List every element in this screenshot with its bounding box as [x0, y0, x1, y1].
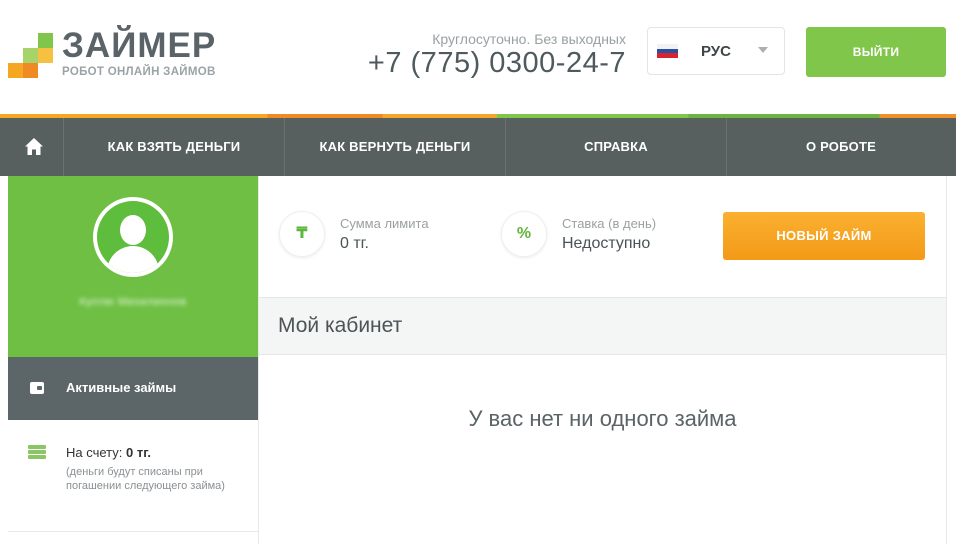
- nav-item-how-to-borrow[interactable]: КАК ВЗЯТЬ ДЕНЬГИ: [64, 118, 285, 176]
- sidebar-item-label: Активные займы: [66, 380, 177, 395]
- balance-note: (деньги будут списаны при погашении след…: [66, 466, 225, 492]
- tenge-icon: ₸: [279, 211, 325, 257]
- brand-subtitle: РОБОТ ОНЛАЙН ЗАЙМОВ: [62, 66, 216, 78]
- balance-label: На счету:: [66, 445, 123, 460]
- rate-label: Ставка (в день): [562, 216, 657, 231]
- main-content: ₸ Сумма лимита 0 тг. % Ставка (в день) Н…: [259, 176, 947, 544]
- page-title: Мой кабинет: [278, 314, 403, 337]
- user-name: Куплю Михилионов: [79, 296, 187, 308]
- language-label: РУС: [701, 43, 731, 60]
- nav-home[interactable]: [0, 118, 64, 176]
- balance-block: На счету: 0 тг. (деньги будут списаны пр…: [8, 420, 258, 532]
- money-stack-icon: [28, 445, 46, 459]
- empty-state-message: У вас нет ни одного займа: [468, 406, 737, 431]
- percent-icon: %: [501, 211, 547, 257]
- balance-line: На счету: 0 тг.: [66, 445, 151, 460]
- phone-number[interactable]: +7 (775) 0300-24-7: [368, 47, 626, 80]
- sidebar-item-active-loans[interactable]: Активные займы: [8, 357, 258, 420]
- nav-item-how-to-repay[interactable]: КАК ВЕРНУТЬ ДЕНЬГИ: [285, 118, 506, 176]
- new-loan-button[interactable]: НОВЫЙ ЗАЙМ: [723, 212, 925, 260]
- balance-value: 0 тг.: [126, 445, 151, 460]
- language-select[interactable]: РУС: [647, 27, 785, 75]
- limit-label: Сумма лимита: [340, 216, 429, 231]
- chevron-down-icon: [758, 47, 768, 53]
- russia-flag-icon: [657, 44, 678, 58]
- sidebar: Куплю Михилионов Активные займы На счету…: [8, 176, 259, 544]
- main-nav: КАК ВЗЯТЬ ДЕНЬГИ КАК ВЕРНУТЬ ДЕНЬГИ СПРА…: [0, 118, 956, 176]
- logo[interactable]: ЗАЙМЕР РОБОТ ОНЛАЙН ЗАЙМОВ: [8, 28, 238, 84]
- nav-item-about[interactable]: О РОБОТЕ: [727, 118, 955, 176]
- wallet-icon: [30, 382, 44, 394]
- home-icon: [25, 138, 43, 155]
- rate-value: Недоступно: [562, 235, 651, 252]
- cabinet-header: Мой кабинет: [259, 297, 946, 355]
- brand-title: ЗАЙМЕР: [62, 26, 217, 65]
- profile-panel: Куплю Михилионов: [8, 176, 258, 357]
- limit-value: 0 тг.: [340, 235, 369, 252]
- hours-note: Круглосуточно. Без выходных: [432, 31, 626, 47]
- nav-item-help[interactable]: СПРАВКА: [506, 118, 727, 176]
- logo-mark-icon: [8, 33, 54, 79]
- user-silhouette-icon: [97, 201, 169, 273]
- logout-button[interactable]: ВЫЙТИ: [806, 27, 946, 77]
- site-header: ЗАЙМЕР РОБОТ ОНЛАЙН ЗАЙМОВ Круглосуточно…: [0, 0, 956, 114]
- avatar[interactable]: [93, 197, 173, 277]
